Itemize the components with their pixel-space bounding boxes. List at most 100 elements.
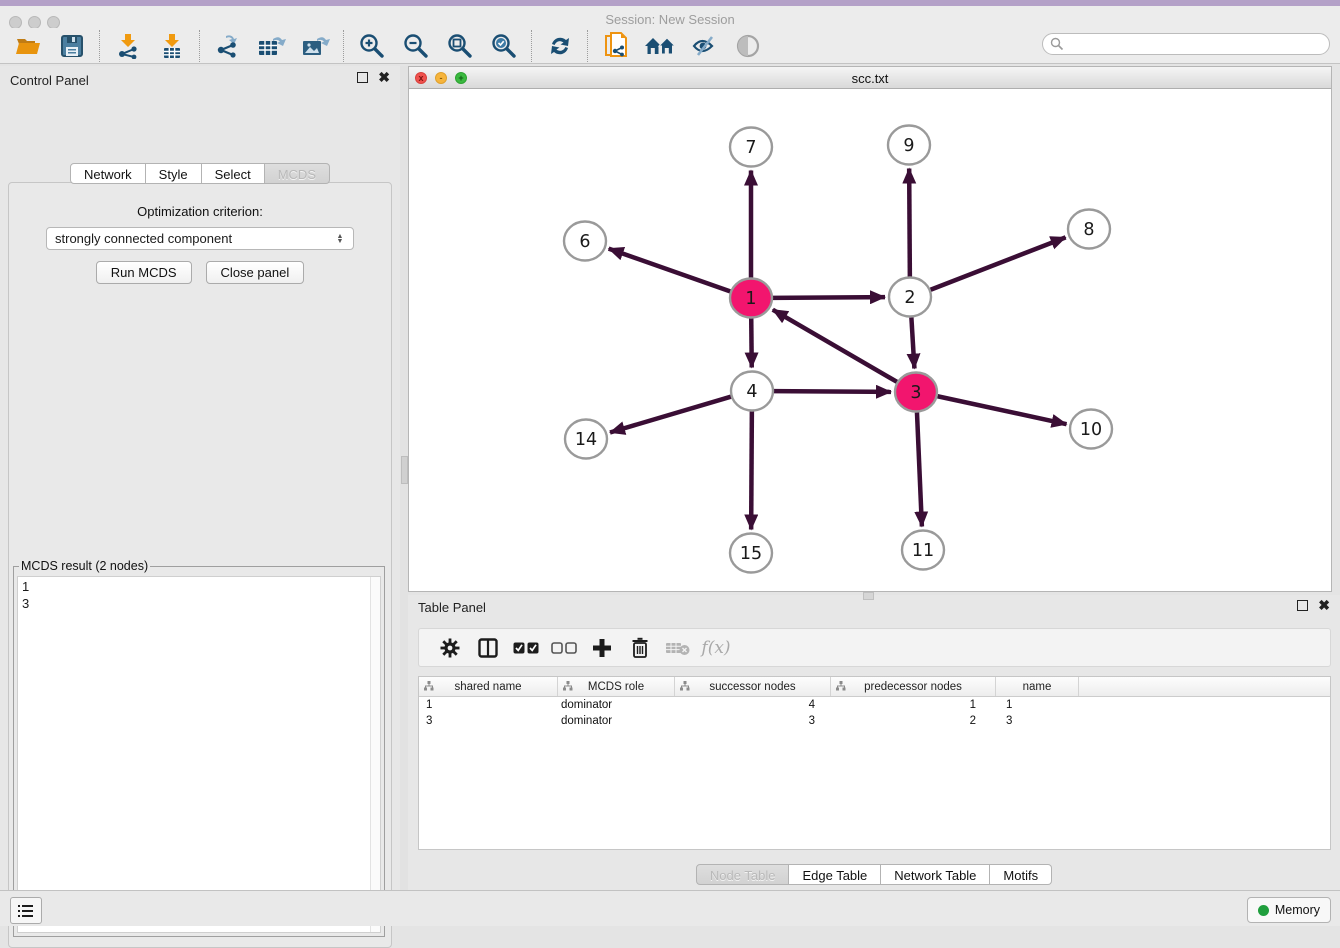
unselect-all-columns-icon[interactable] [545,633,583,663]
apply-layout-icon[interactable] [538,29,582,63]
table-row[interactable]: 3dominator323 [419,713,1330,729]
close-panel-button[interactable]: Close panel [206,261,305,284]
tab-select[interactable]: Select [202,163,265,184]
tab-network[interactable]: Network [70,163,146,184]
toolbar-separator [531,30,533,62]
status-bar: Memory [0,890,1340,926]
table-cell[interactable]: 4 [675,697,831,713]
control-panel-tabs: NetworkStyleSelectMCDS [0,163,400,184]
node-label-8: 8 [1083,220,1094,240]
tab-mcds[interactable]: MCDS [265,163,330,184]
table-cell[interactable]: 1 [996,697,1079,713]
zoom-selected-icon[interactable] [482,29,526,63]
column-header-successor-nodes[interactable]: successor nodes [675,677,831,696]
float-panel-icon[interactable] [357,72,368,83]
export-image-icon[interactable] [294,29,338,63]
network-frame-title: scc.txt [409,71,1331,86]
edge-3-1[interactable] [773,310,897,382]
network-view-frame: x - + scc.txt 7968124314101511 [408,66,1332,592]
edge-3-10[interactable] [938,396,1067,424]
show-hide-panel-icon[interactable] [726,29,770,63]
control-panel: Control Panel ✖ NetworkStyleSelectMCDS O… [0,66,400,890]
table-panel-title: Table Panel [418,600,486,615]
result-scrollbar[interactable] [370,577,380,932]
edge-2-3[interactable] [911,317,914,368]
graphics-details-icon[interactable] [682,29,726,63]
table-cell[interactable]: dominator [558,697,675,713]
delete-column-icon[interactable] [621,633,659,663]
table-cell[interactable]: 3 [419,713,558,729]
table-cell[interactable]: 3 [675,713,831,729]
splitter-handle[interactable] [401,456,408,484]
list-icon [18,904,34,918]
table-cell[interactable]: 3 [996,713,1079,729]
column-header-predecessor-nodes[interactable]: predecessor nodes [831,677,996,696]
toolbar-separator [343,30,345,62]
node-label-9: 9 [903,136,914,156]
node-table[interactable]: shared nameMCDS rolesuccessor nodesprede… [418,676,1331,850]
create-column-icon[interactable] [583,633,621,663]
delete-table-icon[interactable] [659,633,697,663]
run-mcds-button[interactable]: Run MCDS [96,261,192,284]
table-cell[interactable]: 1 [831,697,996,713]
tab-node-table[interactable]: Node Table [696,864,790,885]
horizontal-splitter-handle[interactable] [863,592,874,600]
table-settings-icon[interactable] [431,633,469,663]
zoom-out-icon[interactable] [394,29,438,63]
column-header-name[interactable]: name [996,677,1079,696]
table-cell[interactable]: 1 [419,697,558,713]
task-history-button[interactable] [10,897,42,924]
optimization-criterion-label: Optimization criterion: [9,204,391,219]
function-builder-icon[interactable]: f(x) [697,633,735,663]
import-network-icon[interactable] [106,29,150,63]
chevron-up-down-icon: ▲▼ [331,234,353,244]
zoom-in-icon[interactable] [350,29,394,63]
close-table-panel-icon[interactable]: ✖ [1318,600,1330,611]
network-canvas[interactable]: 7968124314101511 [409,89,1331,591]
save-session-icon[interactable] [50,29,94,63]
mcds-result-list[interactable]: 1 3 [17,576,381,933]
export-table-icon[interactable] [250,29,294,63]
home-icon[interactable] [638,29,682,63]
toolbar-separator [99,30,101,62]
table-cell[interactable]: 2 [831,713,996,729]
mcds-result-group: MCDS result (2 nodes) 1 3 [13,559,385,937]
edge-1-6[interactable] [609,249,731,292]
edge-4-15[interactable] [751,411,752,529]
table-body: 1dominator4113dominator323 [419,697,1330,729]
select-all-columns-icon[interactable] [507,633,545,663]
tab-style[interactable]: Style [146,163,202,184]
tab-network-table[interactable]: Network Table [881,864,990,885]
tab-edge-table[interactable]: Edge Table [789,864,881,885]
vertical-splitter[interactable] [400,66,408,890]
search-field[interactable] [1042,33,1330,55]
open-session-icon[interactable] [6,29,50,63]
zoom-fit-icon[interactable] [438,29,482,63]
node-label-2: 2 [904,288,915,308]
duplicate-network-icon[interactable] [594,29,638,63]
edge-2-9[interactable] [909,168,910,276]
table-toolbar: f(x) [418,628,1331,667]
mcds-panel: Optimization criterion: strongly connect… [8,182,392,948]
criterion-dropdown[interactable]: strongly connected component ▲▼ [46,227,354,250]
network-frame-titlebar[interactable]: x - + scc.txt [409,67,1331,89]
edge-2-8[interactable] [931,237,1066,289]
edge-4-3[interactable] [774,391,891,392]
node-label-10: 10 [1080,420,1102,440]
tab-motifs[interactable]: Motifs [990,864,1052,885]
edge-1-2[interactable] [773,297,885,298]
close-panel-icon[interactable]: ✖ [378,72,390,83]
split-panel-icon[interactable] [469,633,507,663]
search-input[interactable] [1064,36,1308,52]
column-header-MCDS-role[interactable]: MCDS role [558,677,675,696]
edge-3-11[interactable] [917,412,922,526]
table-tabs: Node TableEdge TableNetwork TableMotifs [408,864,1340,885]
edge-4-14[interactable] [610,397,731,433]
table-cell[interactable]: dominator [558,713,675,729]
table-row[interactable]: 1dominator411 [419,697,1330,713]
memory-button[interactable]: Memory [1247,897,1331,923]
export-network-icon[interactable] [206,29,250,63]
import-table-icon[interactable] [150,29,194,63]
float-table-panel-icon[interactable] [1297,600,1308,611]
column-header-shared-name[interactable]: shared name [419,677,558,696]
